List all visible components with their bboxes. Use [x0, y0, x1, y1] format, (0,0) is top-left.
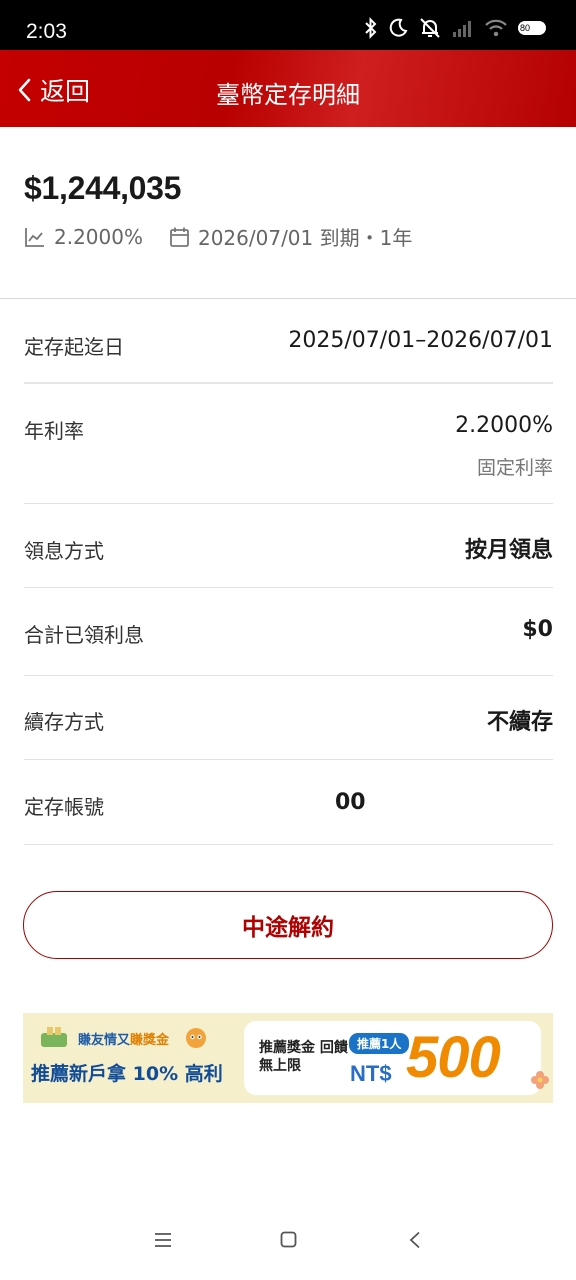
- app-header: 返回 臺幣定存明細: [0, 50, 576, 127]
- detail-value: 按月領息: [464, 538, 553, 563]
- maturity-meta: 2026/07/01 到期・1年: [169, 222, 412, 251]
- detail-row-renewal: 續存方式 不續存: [24, 676, 553, 760]
- terminate-label: 中途解約: [242, 915, 334, 941]
- signal-icon: [453, 21, 471, 37]
- detail-row-account: 定存帳號 00: [24, 760, 562, 845]
- banner-currency: NT$: [350, 1061, 392, 1086]
- detail-value: $0: [522, 617, 553, 642]
- bluetooth-icon: [365, 17, 377, 39]
- back-nav-icon[interactable]: [408, 1231, 422, 1249]
- detail-sub: 固定利率: [476, 457, 553, 479]
- battery-icon: 80: [518, 21, 546, 35]
- detail-value: 2025/07/01–2026/07/01: [288, 328, 553, 353]
- deposit-summary: $1,244,035 2.2000% 2026/07/01 到期・1年: [24, 170, 412, 250]
- line-chart-icon: [25, 227, 44, 247]
- system-nav-bar: [0, 1205, 576, 1280]
- rate-meta: 2.2000%: [24, 225, 143, 249]
- status-time: 2:03: [26, 20, 67, 43]
- bell-off-icon: [420, 18, 440, 38]
- section-divider: [0, 298, 576, 299]
- summary-meta: 2.2000% 2026/07/01 到期・1年: [24, 222, 412, 251]
- home-icon[interactable]: [280, 1231, 297, 1249]
- banner-tag: 賺友情又賺獎金: [78, 1033, 170, 1048]
- banner-pill: 推薦1人: [349, 1033, 410, 1054]
- wifi-icon: [485, 19, 507, 37]
- terminate-button[interactable]: 中途解約: [23, 891, 553, 959]
- menu-icon[interactable]: [154, 1231, 172, 1249]
- calendar-icon: [170, 227, 189, 247]
- detail-row-period: 定存起迄日 2025/07/01–2026/07/01: [24, 300, 553, 384]
- promo-banner[interactable]: 賺友情又賺獎金 推薦新戶拿 10% 高利 推薦獎金 回饋無上限 推薦1人 NT$…: [23, 1013, 553, 1103]
- status-icons: 80: [364, 17, 546, 39]
- detail-row-rate: 年利率 2.2000% 固定利率: [24, 384, 553, 504]
- detail-value: 2.2000%: [455, 413, 553, 438]
- detail-row-total-interest: 合計已領利息 $0: [24, 588, 553, 676]
- banner-headline: 推薦新戶拿 10% 高利: [31, 1063, 223, 1085]
- banner-amount: 500: [406, 1025, 501, 1090]
- flower-icon: [531, 1071, 549, 1089]
- account-number: 00: [335, 790, 366, 815]
- deposit-amount: $1,244,035: [24, 170, 182, 206]
- piggy-icon: [41, 1027, 67, 1047]
- detail-label: 續存方式: [24, 710, 104, 734]
- page-title: 臺幣定存明細: [216, 81, 360, 109]
- detail-label: 定存起迄日: [24, 335, 124, 359]
- detail-label: 領息方式: [24, 539, 104, 563]
- account-mask: [386, 786, 562, 822]
- banner-card: 推薦獎金 回饋無上限 推薦1人 NT$ 500: [244, 1021, 541, 1095]
- detail-label: 定存帳號: [24, 795, 104, 819]
- detail-value: 不續存: [486, 710, 553, 735]
- detail-row-interest-method: 領息方式 按月領息: [24, 504, 553, 588]
- maturity-text: 2026/07/01 到期・1年: [197, 226, 413, 250]
- detail-label: 年利率: [24, 419, 84, 443]
- mascot-icon: [186, 1028, 206, 1048]
- banner-bonus-text: 推薦獎金 回饋無上限: [259, 1040, 348, 1074]
- status-bar: 2:03 80: [0, 0, 576, 50]
- detail-label: 合計已領利息: [24, 623, 144, 647]
- moon-icon: [389, 18, 408, 37]
- rate-text: 2.2000%: [54, 224, 143, 249]
